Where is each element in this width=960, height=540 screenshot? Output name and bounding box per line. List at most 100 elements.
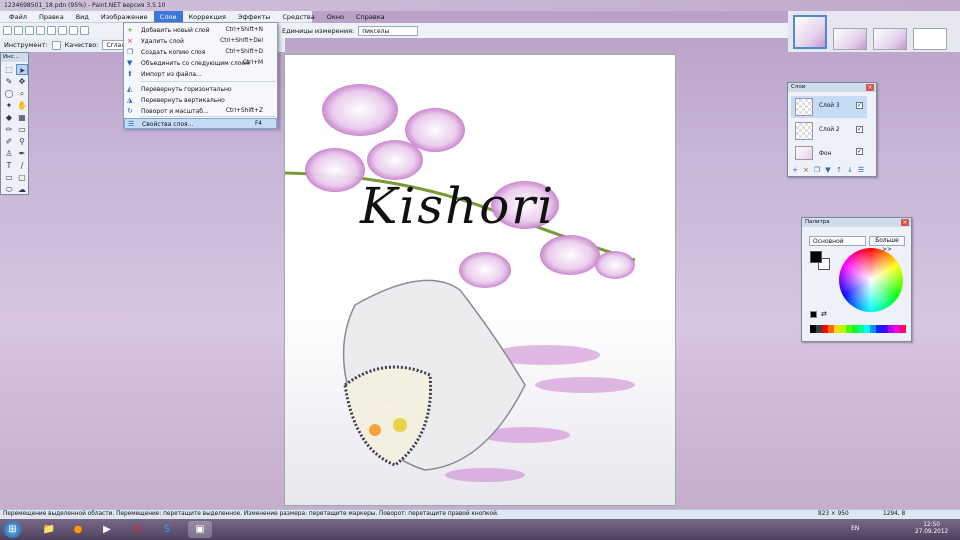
- layer-visibility-checkbox[interactable]: ✓: [856, 102, 863, 109]
- layers-menu-item[interactable]: ☰ Свойства слоя... F4: [124, 118, 277, 129]
- language-indicator[interactable]: EN: [851, 525, 859, 532]
- ellipse-icon[interactable]: ⬭: [3, 184, 15, 195]
- menu-7[interactable]: Средства: [276, 11, 320, 23]
- menu-4[interactable]: Слои: [153, 10, 183, 23]
- rectangle-select-icon[interactable]: ⬚: [3, 64, 15, 75]
- image-thumbnail[interactable]: [913, 28, 947, 50]
- menu-2[interactable]: Вид: [70, 11, 95, 23]
- freeform-shape-icon[interactable]: ☁: [16, 184, 28, 195]
- close-icon[interactable]: ×: [901, 219, 909, 226]
- move-layer-up-icon[interactable]: ↑: [835, 166, 843, 174]
- tools-panel-header: Инс...: [1, 53, 28, 62]
- image-canvas[interactable]: Kishori: [284, 54, 676, 506]
- reset-colors-icon[interactable]: [810, 311, 817, 318]
- copy-icon[interactable]: [58, 26, 67, 35]
- text-icon[interactable]: T: [3, 160, 15, 171]
- open-file-icon[interactable]: [14, 26, 23, 35]
- layers-menu-item[interactable]: × Удалить слой Ctrl+Shift+Del: [124, 36, 277, 47]
- layer-properties-icon[interactable]: ☰: [857, 166, 865, 174]
- image-thumbnail[interactable]: [873, 28, 907, 50]
- layer-visibility-checkbox[interactable]: ✓: [856, 148, 863, 155]
- menu-item-shortcut: F4: [254, 121, 262, 127]
- layers-menu-item[interactable]: ❐ Создать копию слоя Ctrl+Shift+D: [124, 47, 277, 58]
- move-tool-icon[interactable]: [51, 40, 61, 50]
- primary-color-swatch[interactable]: [810, 251, 822, 263]
- color-swatches[interactable]: [810, 325, 906, 333]
- cursor-position: 1294, 8: [883, 511, 906, 517]
- system-clock[interactable]: 12:50 27.09.2012: [915, 522, 948, 536]
- new-file-icon[interactable]: [3, 26, 12, 35]
- layer-visibility-checkbox[interactable]: ✓: [856, 126, 863, 133]
- menu-3[interactable]: Изображение: [95, 11, 154, 23]
- layer-row[interactable]: Слой 3 ✓: [791, 96, 867, 118]
- status-hint: Перемещение выделенной области. Перемеще…: [3, 511, 499, 517]
- undo-icon[interactable]: [80, 26, 89, 35]
- firefox-icon[interactable]: ●: [66, 521, 90, 538]
- explorer-icon[interactable]: 📁: [37, 521, 61, 538]
- menu-5[interactable]: Коррекция: [183, 11, 232, 23]
- duplicate-layer-icon[interactable]: ❐: [813, 166, 821, 174]
- menu-6[interactable]: Эффекты: [232, 11, 277, 23]
- palette-mode-select[interactable]: Основной: [809, 236, 866, 246]
- menu-item-label: Поворот и масштаб...: [141, 108, 209, 115]
- flip-vertical-icon: ◮: [127, 96, 133, 104]
- move-selection-icon[interactable]: ➤: [16, 64, 28, 75]
- image-thumbnail[interactable]: [793, 15, 827, 49]
- recolor-icon[interactable]: ✒: [16, 148, 28, 159]
- menu-separator: [140, 81, 276, 82]
- cut-icon[interactable]: [47, 26, 56, 35]
- eraser-icon[interactable]: ▭: [16, 124, 28, 135]
- menu-0[interactable]: Файл: [3, 11, 33, 23]
- orchid-photo: [285, 84, 675, 505]
- move-icon[interactable]: ✥: [16, 76, 28, 87]
- paste-icon[interactable]: [69, 26, 78, 35]
- clock-date: 27.09.2012: [915, 529, 949, 535]
- image-thumbnail[interactable]: [833, 28, 867, 50]
- move-layer-down-icon[interactable]: ↓: [846, 166, 854, 174]
- paint-net-icon[interactable]: ▣: [188, 521, 212, 538]
- menu-8[interactable]: Окно: [321, 11, 350, 23]
- print-icon[interactable]: [36, 26, 45, 35]
- delete-layer-icon[interactable]: ×: [802, 166, 810, 174]
- gradient-icon[interactable]: ▦: [16, 112, 28, 123]
- add-layer-icon[interactable]: +: [791, 166, 799, 174]
- swap-colors-icon[interactable]: ⇄: [821, 310, 827, 318]
- close-icon[interactable]: ×: [866, 84, 874, 91]
- color-wheel[interactable]: [839, 248, 903, 312]
- palette-panel: Палитра × Основной Больше >> ⇄: [801, 217, 912, 342]
- magic-wand-icon[interactable]: ✦: [3, 100, 15, 111]
- lasso-icon[interactable]: ✎: [3, 76, 15, 87]
- layers-menu-item[interactable]: + Добавить новый слой Ctrl+Shift+N: [124, 25, 277, 36]
- merge-layer-icon[interactable]: ▼: [824, 166, 832, 174]
- pan-icon[interactable]: ✋: [16, 100, 28, 111]
- skype-icon[interactable]: S: [155, 521, 179, 538]
- layers-menu-item[interactable]: ▼ Объединить со следующим слоем Ctrl+M: [124, 58, 277, 69]
- clone-stamp-icon[interactable]: ♙: [3, 148, 15, 159]
- layers-menu-item[interactable]: ◭ Перевернуть горизонтально: [124, 84, 277, 95]
- media-player-icon[interactable]: ▶: [95, 521, 119, 538]
- pencil-icon[interactable]: ✐: [3, 136, 15, 147]
- menu-item-shortcut: Ctrl+Shift+Del: [220, 38, 263, 44]
- layer-row[interactable]: Фон ✓: [791, 144, 867, 162]
- units-select[interactable]: пикселы: [358, 25, 419, 36]
- layers-menu-item[interactable]: ⬆ Импорт из файла...: [124, 69, 277, 80]
- tool-label: Инструмент:: [4, 41, 48, 49]
- menu-item-label: Импорт из файла...: [141, 71, 202, 78]
- windows-taskbar: ⊞ 📁 ● ▶ O S ▣ EN 12:50 27.09.2012: [0, 519, 960, 540]
- layer-row[interactable]: Слой 2 ✓: [791, 120, 867, 142]
- color-picker-icon[interactable]: ⚲: [16, 136, 28, 147]
- start-button[interactable]: ⊞: [3, 521, 22, 538]
- paint-bucket-icon[interactable]: ◆: [3, 112, 15, 123]
- save-icon[interactable]: [25, 26, 34, 35]
- line-icon[interactable]: ∕: [16, 160, 28, 171]
- opera-icon[interactable]: O: [125, 521, 149, 538]
- rectangle-icon[interactable]: ▭: [3, 172, 15, 183]
- rounded-rectangle-icon[interactable]: ▢: [16, 172, 28, 183]
- more-button[interactable]: Больше >>: [869, 236, 905, 253]
- menu-1[interactable]: Правка: [33, 11, 70, 23]
- zoom-icon[interactable]: ⌕: [16, 88, 28, 99]
- menu-9[interactable]: Справка: [350, 11, 391, 23]
- layers-menu-item[interactable]: ◮ Перевернуть вертикально: [124, 95, 277, 106]
- paintbrush-icon[interactable]: ✏: [3, 124, 15, 135]
- ellipse-select-icon[interactable]: ◯: [3, 88, 15, 99]
